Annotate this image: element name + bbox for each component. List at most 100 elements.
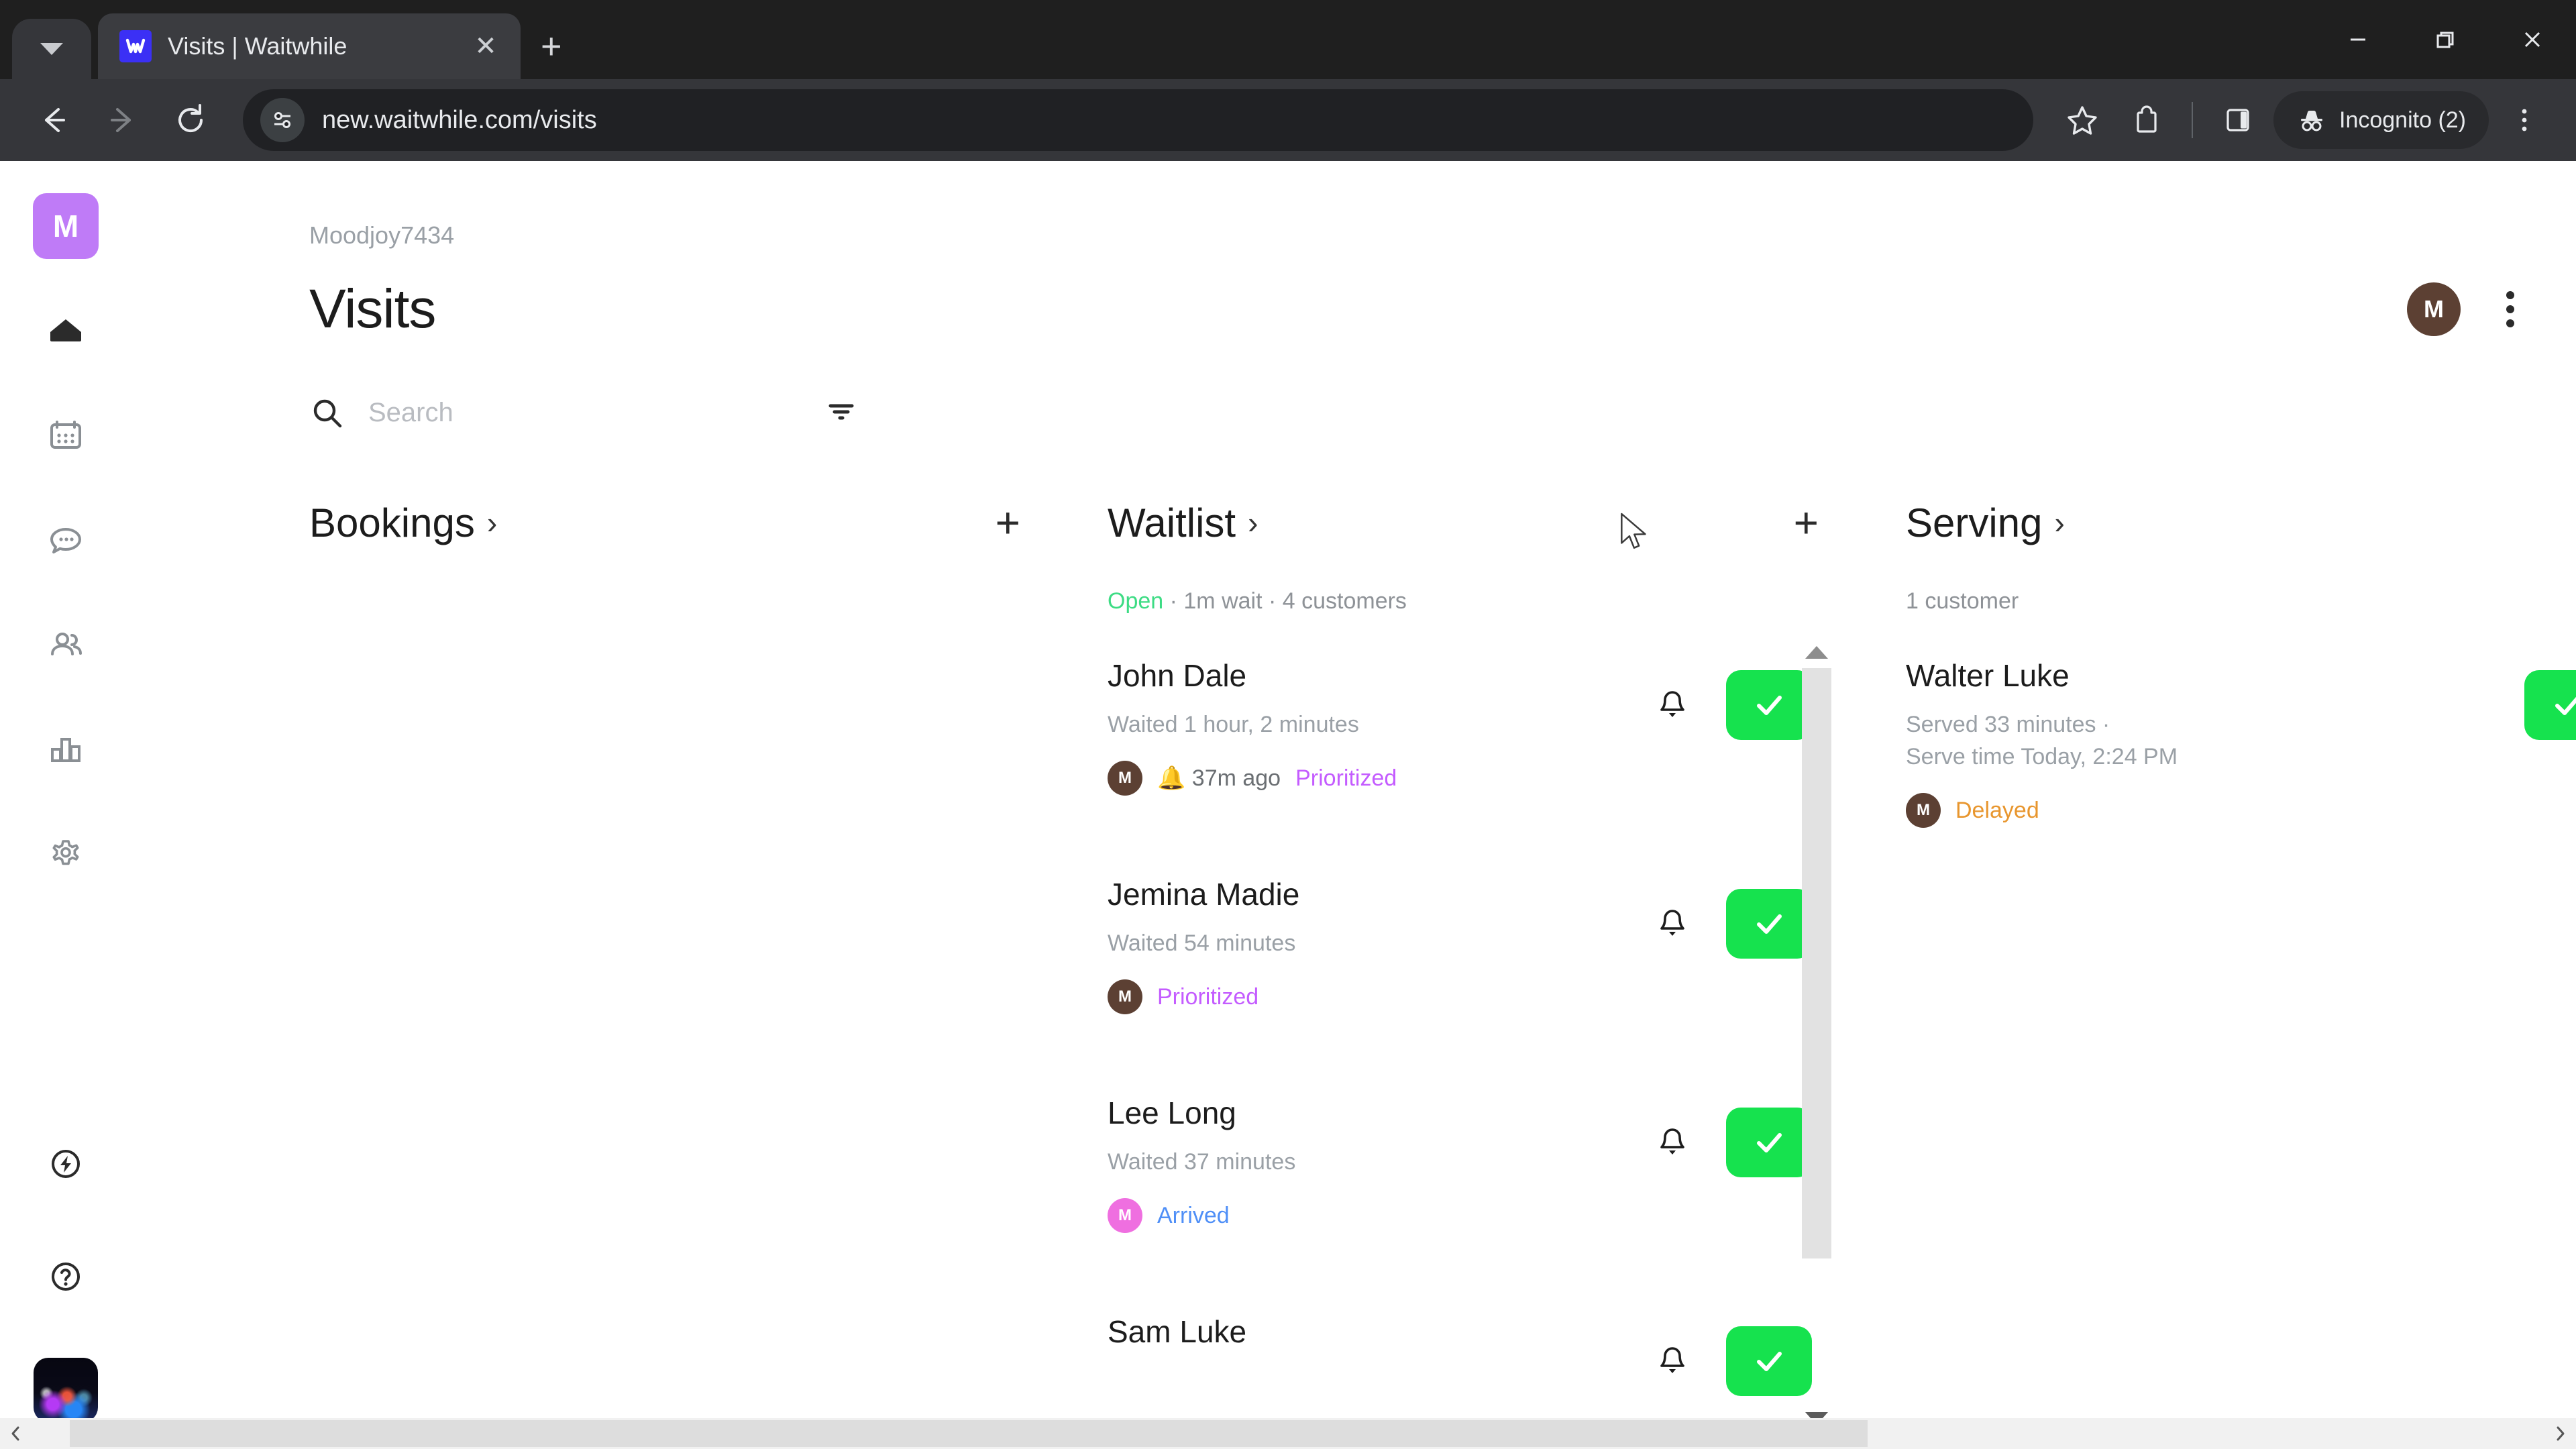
- bell-icon: [1660, 1128, 1684, 1155]
- serve-details: Served 33 minutes · Serve time Today, 2:…: [1906, 711, 2178, 770]
- window-controls: [2314, 0, 2576, 79]
- site-settings-icon[interactable]: [260, 98, 305, 142]
- scrollbar-thumb[interactable]: [1802, 668, 1831, 1258]
- sidebar-item-calendar[interactable]: [33, 402, 99, 468]
- maximize-restore-button[interactable]: [2402, 0, 2489, 79]
- profile-incognito-button[interactable]: Incognito (2): [2273, 91, 2489, 149]
- star-icon[interactable]: [2053, 91, 2111, 149]
- search-icon: [313, 399, 342, 427]
- horizontal-scrollbar-track[interactable]: [31, 1418, 2545, 1449]
- app-sidebar: M: [0, 161, 131, 1449]
- column-header-serving[interactable]: Serving › +: [1859, 490, 2576, 555]
- card-body: John Dale Waited 1 hour, 2 minutes M 🔔 3…: [1108, 651, 1646, 796]
- complete-button[interactable]: [2524, 670, 2576, 740]
- status-badge: Open: [1108, 588, 1164, 614]
- wait-time: Waited 37 minutes: [1108, 1148, 1296, 1175]
- customer-name: Sam Luke: [1108, 1314, 1247, 1349]
- column-title: Bookings: [309, 500, 475, 545]
- scroll-up-arrow-icon[interactable]: [1805, 646, 1828, 659]
- sidebar-item-help[interactable]: [33, 1244, 99, 1309]
- workspace-logo[interactable]: M: [33, 193, 99, 259]
- customer-name: Lee Long: [1108, 1095, 1236, 1130]
- add-waitlist-button[interactable]: +: [1794, 501, 1819, 544]
- column-title: Waitlist: [1108, 500, 1236, 545]
- add-booking-button[interactable]: +: [996, 501, 1020, 544]
- column-status-bookings: [262, 588, 1061, 618]
- page-menu-button[interactable]: [2493, 282, 2528, 337]
- list-item[interactable]: Lee Long Waited 37 minutes M Arrived: [1061, 1089, 1859, 1307]
- customer-name: John Dale: [1108, 658, 1247, 693]
- scroll-right-arrow-icon[interactable]: [2545, 1418, 2576, 1449]
- waitwhile-favicon-icon: [119, 30, 152, 62]
- tab-search-button[interactable]: [12, 19, 91, 79]
- list-item[interactable]: John Dale Waited 1 hour, 2 minutes M 🔔 3…: [1061, 651, 1859, 870]
- column-status-serving: 1 customer: [1906, 588, 2019, 614]
- close-window-button[interactable]: [2489, 0, 2576, 79]
- filter-button[interactable]: [823, 393, 859, 433]
- bookings-card-list: [262, 651, 1061, 1449]
- url-text: new.waitwhile.com/visits: [322, 105, 597, 134]
- browser-menu-icon[interactable]: [2496, 91, 2553, 149]
- card-body: Walter Luke Served 33 minutes · Serve ti…: [1906, 651, 2524, 828]
- bell-icon: [1660, 691, 1684, 717]
- column-header-bookings[interactable]: Bookings › +: [262, 490, 1061, 555]
- bell-icon: [1660, 1347, 1684, 1373]
- question-mark-icon: [52, 1263, 80, 1291]
- column-serving: Serving › + 1 customer Walter Luke Serve…: [1859, 490, 2576, 1449]
- waitlist-vertical-scrollbar[interactable]: [1799, 646, 1835, 1425]
- horizontal-scrollbar-thumb[interactable]: [70, 1420, 1868, 1447]
- sidebar-item-home[interactable]: [33, 298, 99, 364]
- side-panel-icon[interactable]: [2209, 91, 2267, 149]
- search-placeholder: Search: [368, 398, 453, 427]
- card-actions: [2524, 651, 2576, 740]
- column-waitlist: Waitlist › + Open · 1m wait · 4 customer…: [1061, 490, 1859, 1449]
- sidebar-item-quick-actions[interactable]: [33, 1131, 99, 1197]
- card-meta: M Delayed: [1906, 793, 2524, 828]
- card-meta: M Arrived: [1108, 1198, 1646, 1234]
- waitlist-card-list: John Dale Waited 1 hour, 2 minutes M 🔔 3…: [1061, 651, 1859, 1449]
- menu-dot: [2506, 305, 2514, 313]
- notify-button[interactable]: [1646, 678, 1699, 732]
- minimize-button[interactable]: [2314, 0, 2402, 79]
- sidebar-item-settings[interactable]: [33, 821, 99, 887]
- list-item[interactable]: Jemina Madie Waited 54 minutes M Priorit…: [1061, 870, 1859, 1089]
- page-title: Visits: [309, 278, 436, 339]
- avatar[interactable]: [34, 1358, 98, 1422]
- notify-button[interactable]: [1646, 897, 1699, 951]
- new-tab-button[interactable]: +: [541, 28, 562, 64]
- notify-button[interactable]: [1646, 1334, 1699, 1388]
- card-actions: [1646, 1307, 1812, 1396]
- search-input[interactable]: Search: [309, 395, 823, 431]
- back-button[interactable]: [23, 89, 85, 151]
- status-tag: Delayed: [1955, 797, 2039, 823]
- status-tag: Arrived: [1157, 1202, 1230, 1228]
- menu-dot: [2506, 291, 2514, 299]
- page-header-actions: M: [2407, 282, 2528, 337]
- close-tab-button[interactable]: ✕: [468, 33, 503, 60]
- forward-button[interactable]: [91, 89, 153, 151]
- list-item[interactable]: Walter Luke Served 33 minutes · Serve ti…: [1859, 651, 2576, 870]
- extensions-icon[interactable]: [2118, 91, 2176, 149]
- notify-button[interactable]: [1646, 1116, 1699, 1169]
- column-bookings: Bookings › +: [262, 490, 1061, 1449]
- address-bar[interactable]: new.waitwhile.com/visits: [243, 89, 2033, 151]
- sidebar-item-analytics[interactable]: [33, 716, 99, 782]
- column-status-waitlist: Open · 1m wait · 4 customers: [1061, 588, 1859, 618]
- horizontal-scrollbar[interactable]: [0, 1418, 2576, 1449]
- page-header: Visits M: [309, 278, 2576, 341]
- user-avatar[interactable]: M: [2407, 282, 2461, 336]
- column-header-waitlist[interactable]: Waitlist › +: [1061, 490, 1859, 555]
- scroll-left-arrow-icon[interactable]: [0, 1418, 31, 1449]
- chevron-right-icon: ›: [486, 505, 498, 540]
- sidebar-item-messages[interactable]: [33, 507, 99, 573]
- customer-name: Jemina Madie: [1108, 877, 1300, 912]
- sidebar-item-customers[interactable]: [33, 612, 99, 678]
- browser-toolbar: new.waitwhile.com/visits Incognito (2): [0, 79, 2576, 161]
- reload-button[interactable]: [160, 89, 221, 151]
- bell-icon: [1660, 910, 1684, 936]
- browser-tab[interactable]: Visits | Waitwhile ✕: [98, 13, 521, 79]
- breadcrumb[interactable]: Moodjoy7434: [309, 221, 2576, 250]
- card-body: Lee Long Waited 37 minutes M Arrived: [1108, 1089, 1646, 1234]
- scrollbar-track[interactable]: [1802, 668, 1831, 1403]
- chat-bubble-icon: [50, 528, 81, 553]
